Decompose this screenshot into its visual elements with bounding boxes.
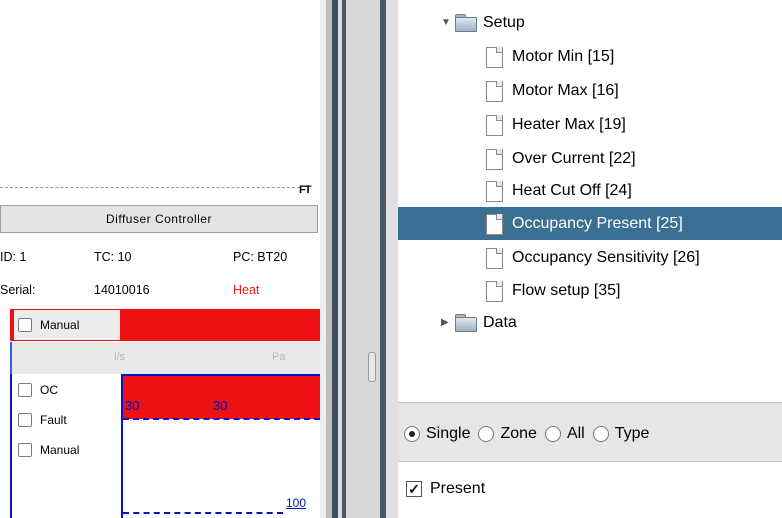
tree-item-label: Occupancy Sensitivity [26] [512, 248, 700, 266]
fault-checkbox-label: Fault [40, 413, 67, 427]
tree-item-label: Heater Max [19] [512, 115, 626, 133]
checkbox-box[interactable] [18, 413, 32, 427]
tree-item[interactable]: Heater Max [19] [486, 108, 626, 141]
graph-baseline [123, 512, 283, 514]
radio-zone-label: Zone [500, 425, 537, 442]
flow-graph: 30 30 100 [121, 374, 320, 518]
tree-item[interactable]: Flow setup [35] [486, 274, 621, 307]
serial-label: Serial: [0, 283, 36, 297]
collapsed-arrow-icon[interactable]: ▶ [441, 317, 455, 328]
dashed-divider [0, 187, 300, 188]
id-label: ID: 1 [0, 250, 27, 264]
graph-value-a: 30 [125, 398, 140, 413]
tree-item[interactable]: Over Current [22] [486, 142, 636, 175]
tree-item-label: Heat Cut Off [24] [512, 181, 632, 199]
tree-item-selected[interactable]: Occupancy Present [25] [398, 207, 782, 240]
tree-item[interactable]: Occupancy Sensitivity [26] [486, 241, 700, 274]
radio-zone[interactable]: Zone [478, 425, 537, 443]
radio-icon[interactable] [478, 426, 495, 442]
serial-value: 14010016 [94, 283, 150, 297]
tree-item-label: Motor Min [15] [512, 47, 615, 65]
checkbox-box[interactable] [18, 443, 32, 457]
tree-folder-setup-label: Setup [483, 13, 525, 31]
radio-type-label: Type [614, 425, 650, 442]
units-row-marker [10, 342, 12, 374]
scope-radio-group: Single Zone All Type [404, 425, 657, 443]
radio-selected-icon[interactable] [404, 426, 420, 442]
parameter-tree[interactable]: ▼ Setup Motor Min [15] Motor Max [16] He… [398, 0, 782, 402]
radio-type[interactable]: Type [592, 425, 650, 443]
tree-item-label: Motor Max [16] [512, 81, 619, 99]
tree-folder-data-label: Data [483, 313, 517, 331]
fault-checkbox[interactable]: Fault [18, 413, 67, 427]
folder-icon [455, 14, 477, 32]
present-panel: ✓ Present [398, 462, 782, 518]
tree-item-label: Occupancy Present [25] [512, 214, 683, 232]
flow-unit-label: l/s [114, 351, 125, 363]
radio-single[interactable]: Single [404, 425, 470, 443]
manual-status-checkbox[interactable]: Manual [18, 443, 79, 457]
ft-label: FT [299, 184, 311, 196]
graph-bottom-value: 100 [286, 496, 307, 510]
pressure-unit-label: Pa [272, 351, 286, 363]
document-icon [486, 247, 504, 269]
document-icon [486, 213, 504, 235]
oc-checkbox[interactable]: OC [18, 383, 58, 397]
document-icon [486, 114, 504, 136]
present-checkbox-label: Present [430, 480, 486, 497]
tree-item-label: Flow setup [35] [512, 281, 621, 299]
present-checkbox[interactable]: ✓ Present [406, 480, 485, 498]
mode-label: Heat [233, 283, 260, 297]
document-icon [486, 180, 504, 202]
status-box-border [10, 374, 12, 518]
folder-icon [455, 314, 477, 332]
checkbox-box[interactable] [18, 383, 32, 397]
radio-all[interactable]: All [544, 425, 585, 443]
pc-label: PC: BT20 [233, 250, 288, 264]
tc-label: TC: 10 [94, 250, 132, 264]
graph-setpoint-line [123, 418, 320, 420]
document-icon [486, 148, 504, 170]
oc-checkbox-label: OC [40, 383, 58, 397]
tree-item[interactable]: Motor Max [16] [486, 74, 619, 107]
tree-item-label: Over Current [22] [512, 149, 636, 167]
checkbox-box[interactable] [18, 318, 32, 332]
tree-item[interactable]: Heat Cut Off [24] [486, 174, 632, 207]
options-area: Single Zone All Type ✓ Present [398, 402, 782, 518]
radio-single-label: Single [426, 425, 471, 442]
manual-checkbox[interactable]: Manual [14, 310, 120, 340]
expanded-arrow-icon[interactable]: ▼ [441, 17, 455, 28]
document-icon [486, 80, 504, 102]
parameter-panel: ▼ Setup Motor Min [15] Motor Max [16] He… [398, 0, 782, 518]
tree-folder-setup[interactable]: ▼ Setup [441, 6, 525, 39]
units-row: l/s Pa [10, 342, 320, 374]
checkmark-icon[interactable]: ✓ [406, 481, 422, 497]
tree-item[interactable]: Motor Min [15] [486, 40, 614, 73]
document-icon [486, 280, 504, 302]
split-pane-divider[interactable] [320, 0, 398, 518]
manual-checkbox-label: Manual [40, 318, 80, 332]
radio-all-label: All [566, 425, 585, 442]
tree-folder-data[interactable]: ▶ Data [441, 306, 517, 339]
document-icon [486, 46, 504, 68]
radio-icon[interactable] [592, 426, 609, 442]
manual-status-checkbox-label: Manual [40, 443, 80, 457]
diffuser-panel: FT Diffuser Controller ID: 1 TC: 10 PC: … [0, 0, 320, 518]
splitter-grip-handle[interactable] [368, 352, 376, 382]
graph-value-b: 30 [213, 398, 228, 413]
radio-icon[interactable] [544, 426, 561, 442]
diffuser-controller-header[interactable]: Diffuser Controller [0, 205, 318, 233]
